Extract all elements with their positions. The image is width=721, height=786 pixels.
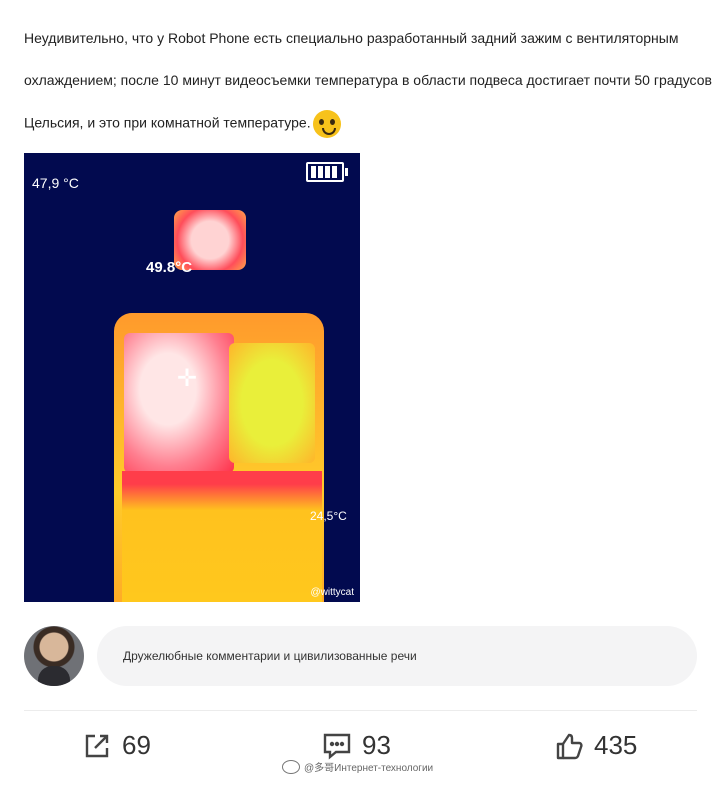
crosshair-icon: ✛	[177, 365, 198, 392]
divider	[24, 710, 697, 711]
share-button[interactable]: 69	[82, 730, 151, 761]
footer-watermark-text: @多哥Интернет-технологии	[304, 763, 434, 774]
thermal-image[interactable]: 47,9 °C 49.8°C ✛ 24,5°C @wittycat	[24, 153, 360, 602]
article-line-text: Цельсия, и это при комнатной температуре…	[24, 114, 311, 131]
comment-row: Дружелюбные комментарии и цивилизованные…	[24, 626, 697, 686]
comment-input[interactable]: Дружелюбные комментарии и цивилизованные…	[97, 626, 697, 686]
thermal-hot-region	[124, 333, 234, 473]
battery-icon	[306, 162, 348, 182]
comments-button[interactable]: 93	[322, 730, 391, 761]
comment-icon	[323, 733, 351, 760]
spot-temp-label: 49.8°C	[146, 259, 193, 276]
share-count: 69	[122, 730, 151, 760]
article-line: Неудивительно, что у Robot Phone есть сп…	[24, 30, 679, 46]
thermal-lower-region	[122, 471, 322, 602]
comments-count: 93	[362, 730, 391, 760]
avatar[interactable]	[24, 626, 84, 686]
thumbs-up-icon	[556, 733, 583, 759]
max-temp-label: 47,9 °C	[32, 175, 79, 191]
footer-watermark: @多哥Интернет-технологии	[282, 759, 433, 774]
article-line: Цельсия, и это при комнатной температуре…	[24, 110, 341, 138]
likes-count: 435	[594, 730, 638, 760]
weibo-icon	[282, 759, 300, 774]
like-button[interactable]: 435	[554, 730, 637, 761]
ambient-temp-label: 24,5°C	[310, 509, 347, 523]
article-line: охлаждением; после 10 минут видеосъемки …	[24, 72, 712, 88]
crying-face-emoji-icon	[312, 110, 341, 138]
thermal-clip-region	[229, 343, 315, 463]
share-icon	[85, 734, 109, 757]
image-watermark: @wittycat	[310, 587, 355, 598]
